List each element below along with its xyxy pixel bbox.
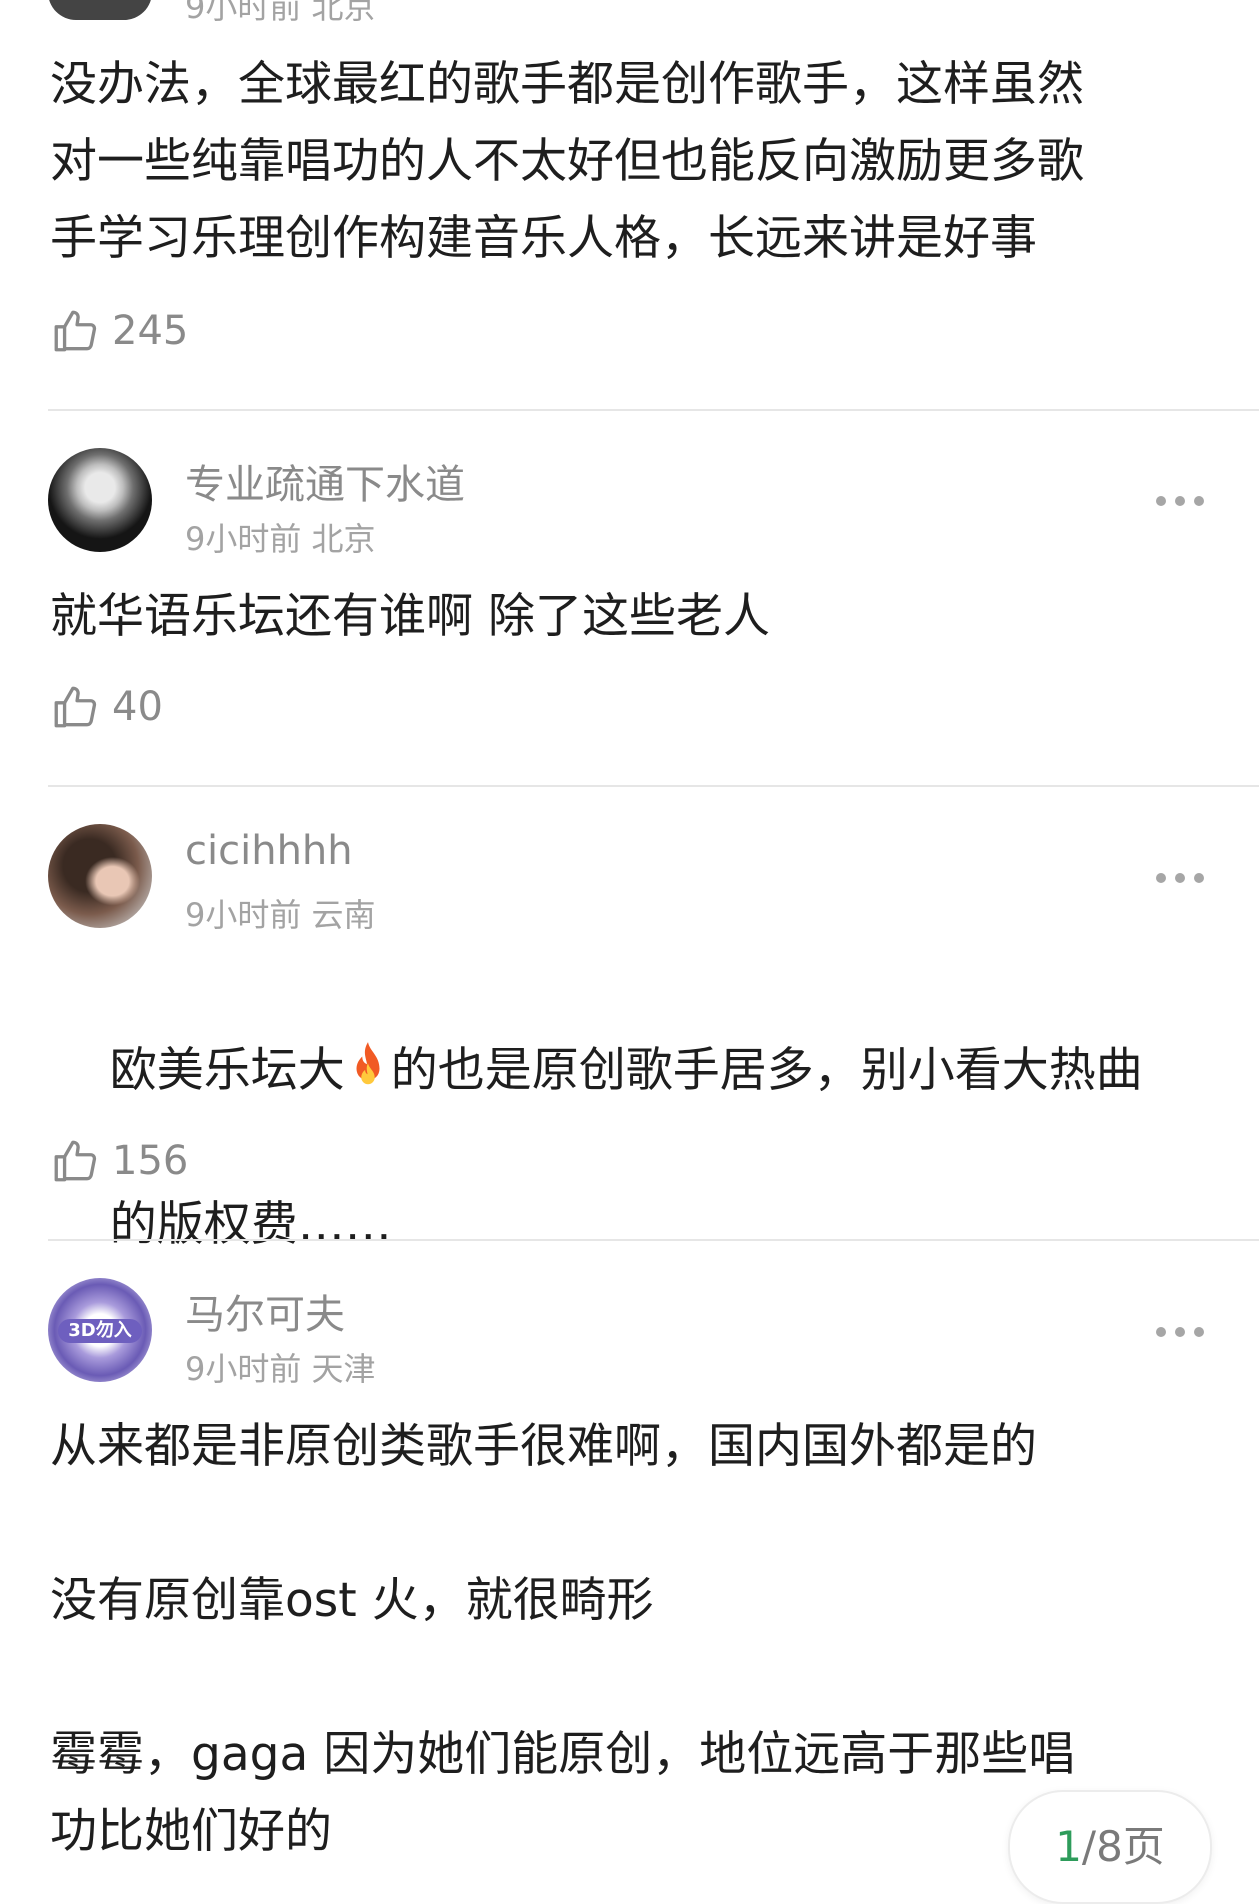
comment-body: 没办法，全球最红的歌手都是创作歌手，这样虽然 对一些纯靠唱功的人不太好但也能反向… bbox=[50, 57, 1084, 266]
avatar[interactable] bbox=[48, 824, 152, 928]
comment-body: 就华语乐坛还有谁啊 除了这些老人 bbox=[50, 589, 770, 644]
username[interactable]: 马尔可夫 bbox=[185, 1282, 345, 1340]
avatar[interactable]: 3D勿入 bbox=[48, 1278, 152, 1382]
comment-meta: 9小时前 天津 bbox=[185, 1350, 376, 1388]
comment-meta: 9小时前 北京 bbox=[185, 0, 376, 26]
thumb-up-icon bbox=[54, 1140, 97, 1182]
username[interactable]: 专业疏通下水道 bbox=[185, 452, 465, 510]
more-button[interactable] bbox=[1156, 496, 1204, 508]
like-button[interactable]: 245 bbox=[50, 306, 188, 356]
divider bbox=[48, 785, 1259, 787]
comment-text: 欧美乐坛大 bbox=[109, 1043, 345, 1098]
username[interactable]: cicihhhh bbox=[185, 828, 353, 874]
total-pages: /8页 bbox=[1081, 1822, 1165, 1871]
more-button[interactable] bbox=[1156, 1327, 1204, 1339]
thumb-up-icon bbox=[54, 686, 97, 728]
like-button[interactable]: 40 bbox=[50, 682, 163, 732]
like-count: 40 bbox=[112, 684, 163, 730]
comment-text: 的也是原创歌手居多，别小看大热曲 bbox=[390, 1043, 1143, 1098]
thumb-up-icon bbox=[54, 310, 97, 352]
comment-text: 的版权费…… bbox=[109, 1197, 392, 1252]
divider bbox=[48, 409, 1259, 411]
avatar[interactable] bbox=[48, 0, 152, 20]
avatar[interactable] bbox=[48, 448, 152, 552]
fire-icon bbox=[356, 1042, 380, 1085]
more-icon bbox=[1156, 496, 1166, 506]
comment-meta: 9小时前 云南 bbox=[185, 896, 376, 934]
more-icon bbox=[1156, 1327, 1166, 1337]
like-count: 245 bbox=[112, 308, 189, 354]
avatar-label: 3D勿入 bbox=[58, 1319, 142, 1343]
more-icon bbox=[1156, 873, 1166, 883]
page-indicator[interactable]: 1/8页 bbox=[1008, 1790, 1212, 1904]
like-button[interactable]: 156 bbox=[50, 1136, 188, 1186]
like-count: 156 bbox=[112, 1138, 189, 1184]
comment-body: 从来都是非原创类歌手很难啊，国内国外都是的 没有原创靠ost 火，就很畸形 霉霉… bbox=[50, 1419, 1076, 1859]
comment-meta: 9小时前 北京 bbox=[185, 520, 376, 558]
divider bbox=[48, 1239, 1259, 1241]
current-page: 1 bbox=[1055, 1822, 1082, 1871]
bottom-fade bbox=[0, 1870, 1000, 1902]
more-button[interactable] bbox=[1156, 873, 1204, 885]
